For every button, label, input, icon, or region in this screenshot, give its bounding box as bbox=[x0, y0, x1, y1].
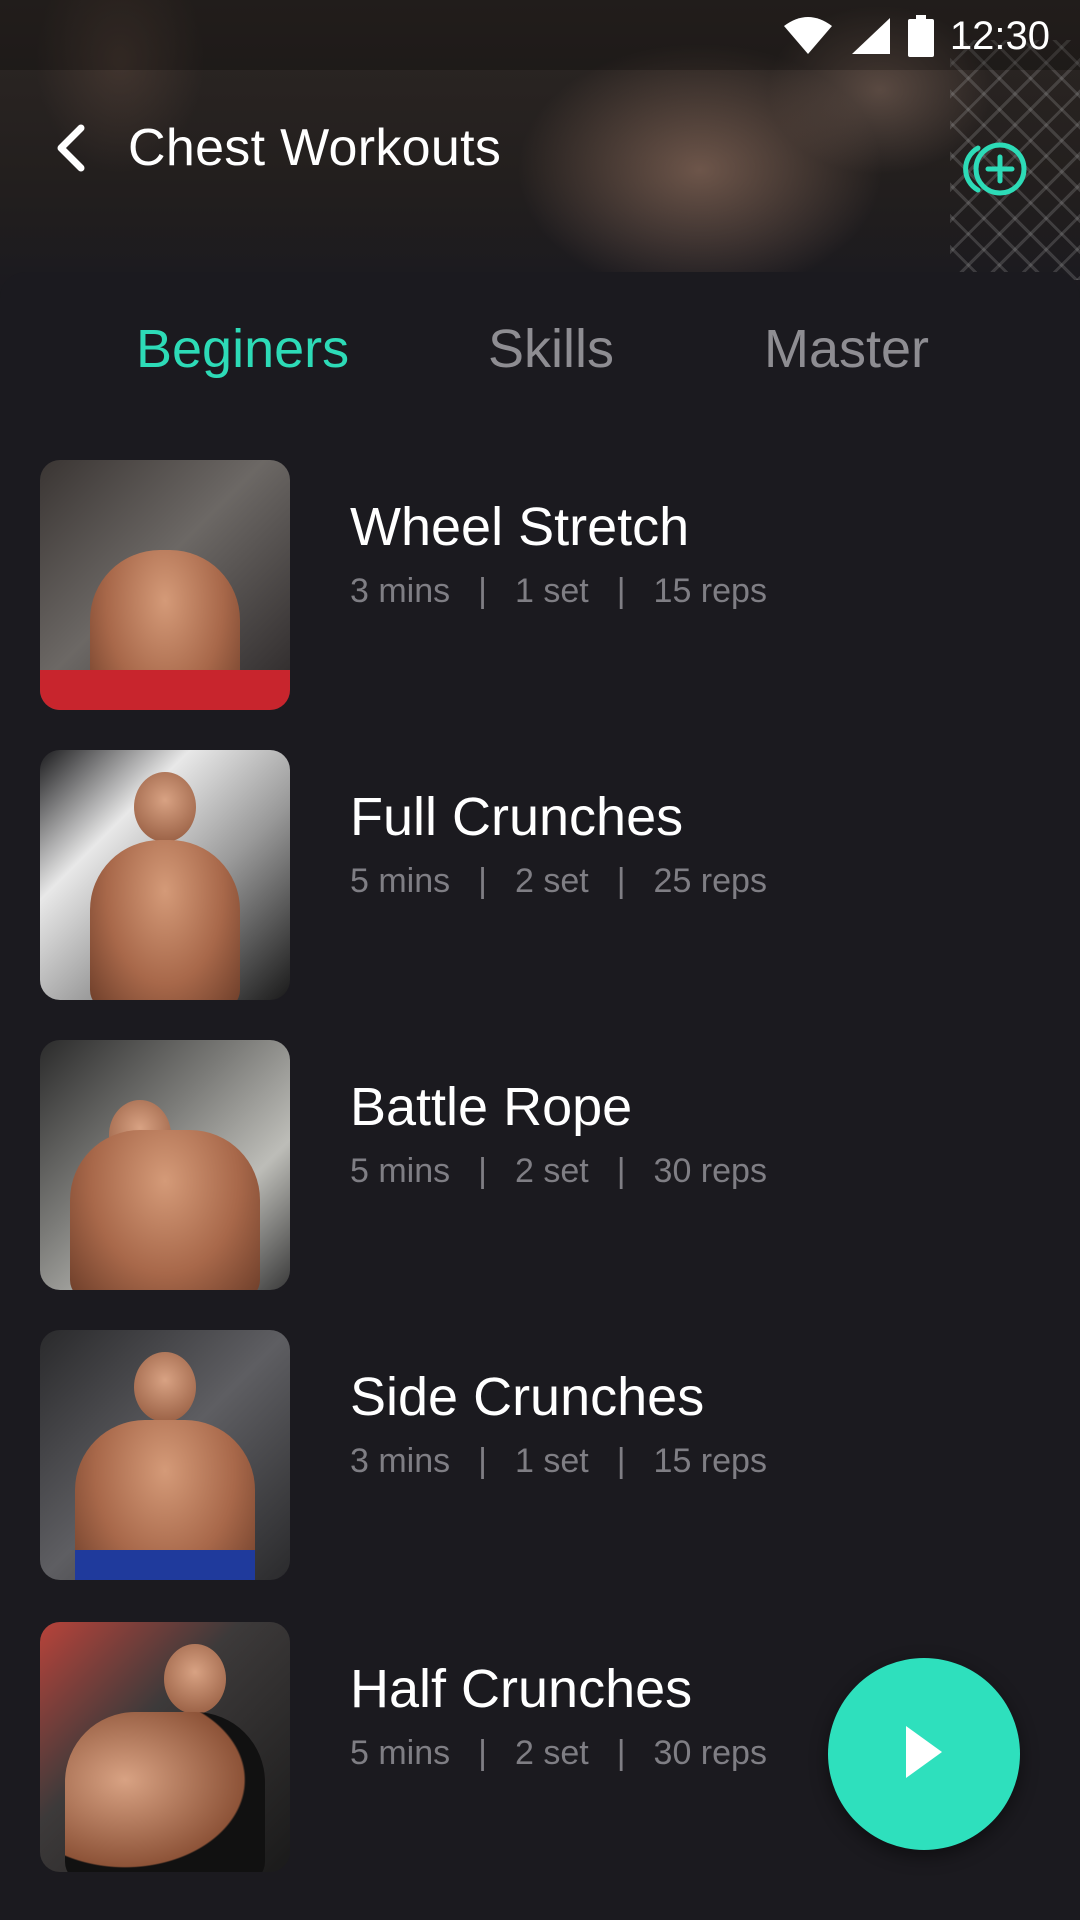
workout-sets: 2 set bbox=[514, 1734, 589, 1772]
list-item[interactable]: Battle Rope 5 mins | 2 set | 30 reps bbox=[0, 1040, 1080, 1290]
add-circle-icon bbox=[962, 142, 1032, 202]
list-item[interactable]: Side Crunches 3 mins | 1 set | 15 reps bbox=[0, 1330, 1080, 1580]
status-bar: 12:30 bbox=[782, 10, 1050, 62]
meta-separator: | bbox=[478, 572, 487, 610]
athlete-head bbox=[134, 1352, 196, 1422]
workout-duration: 5 mins bbox=[350, 1734, 451, 1772]
workout-duration: 5 mins bbox=[350, 1152, 451, 1190]
workout-reps: 30 reps bbox=[653, 1152, 767, 1190]
workout-meta: 3 mins | 1 set | 15 reps bbox=[350, 572, 767, 611]
workout-name: Wheel Stretch bbox=[350, 497, 690, 557]
meta-separator: | bbox=[478, 1442, 487, 1480]
back-button[interactable] bbox=[44, 120, 96, 180]
meta-separator: | bbox=[616, 1442, 626, 1480]
workout-sets: 1 set bbox=[514, 572, 589, 610]
workout-sets: 1 set bbox=[514, 1442, 589, 1480]
screen: 12:30 Chest Workouts Beginers Skills Mas… bbox=[0, 0, 1080, 1920]
wifi-icon bbox=[782, 16, 834, 56]
workout-thumbnail bbox=[40, 1622, 290, 1872]
signal-icon bbox=[850, 16, 892, 56]
workout-thumbnail bbox=[40, 750, 290, 1000]
athlete-figure bbox=[65, 1712, 265, 1872]
workout-sets: 2 set bbox=[514, 862, 589, 900]
meta-separator: | bbox=[478, 1152, 487, 1190]
athlete-head bbox=[164, 1644, 226, 1714]
shorts-detail bbox=[40, 670, 290, 710]
list-item[interactable]: Wheel Stretch 3 mins | 1 set | 15 reps bbox=[0, 460, 1080, 710]
workout-name: Half Crunches bbox=[350, 1659, 693, 1719]
workout-meta: 5 mins | 2 set | 30 reps bbox=[350, 1152, 767, 1191]
athlete-figure bbox=[70, 1130, 260, 1290]
meta-separator: | bbox=[616, 1734, 626, 1772]
tab-master[interactable]: Master bbox=[764, 318, 929, 380]
add-workout-button[interactable] bbox=[962, 140, 1032, 198]
workout-name: Full Crunches bbox=[350, 787, 684, 847]
tab-skills[interactable]: Skills bbox=[488, 318, 614, 380]
meta-separator: | bbox=[616, 862, 626, 900]
tab-beginers[interactable]: Beginers bbox=[136, 318, 349, 380]
workout-meta: 5 mins | 2 set | 25 reps bbox=[350, 862, 767, 901]
chevron-left-icon bbox=[53, 124, 87, 177]
workout-meta: 5 mins | 2 set | 30 reps bbox=[350, 1734, 767, 1773]
workout-duration: 5 mins bbox=[350, 862, 451, 900]
meta-separator: | bbox=[478, 1734, 487, 1772]
meta-separator: | bbox=[616, 1152, 626, 1190]
athlete-head bbox=[134, 772, 196, 842]
shorts-detail bbox=[75, 1550, 255, 1580]
workout-thumbnail bbox=[40, 1040, 290, 1290]
workout-name: Side Crunches bbox=[350, 1367, 705, 1427]
workout-duration: 3 mins bbox=[350, 572, 451, 610]
status-time: 12:30 bbox=[949, 13, 1050, 58]
workout-reps: 15 reps bbox=[653, 1442, 767, 1480]
start-workout-button[interactable] bbox=[828, 1658, 1020, 1850]
play-icon bbox=[902, 1723, 946, 1786]
workout-duration: 3 mins bbox=[350, 1442, 451, 1480]
battery-icon bbox=[907, 15, 934, 57]
athlete-figure bbox=[90, 840, 240, 1000]
workout-sets: 2 set bbox=[514, 1152, 589, 1190]
workout-reps: 30 reps bbox=[653, 1734, 767, 1772]
workout-thumbnail bbox=[40, 460, 290, 710]
workout-thumbnail bbox=[40, 1330, 290, 1580]
workout-reps: 25 reps bbox=[653, 862, 767, 900]
workout-name: Battle Rope bbox=[350, 1077, 633, 1137]
workout-meta: 3 mins | 1 set | 15 reps bbox=[350, 1442, 767, 1481]
meta-separator: | bbox=[478, 862, 487, 900]
list-item[interactable]: Full Crunches 5 mins | 2 set | 25 reps bbox=[0, 750, 1080, 1000]
page-title: Chest Workouts bbox=[128, 119, 502, 177]
workout-reps: 15 reps bbox=[653, 572, 767, 610]
meta-separator: | bbox=[616, 572, 626, 610]
